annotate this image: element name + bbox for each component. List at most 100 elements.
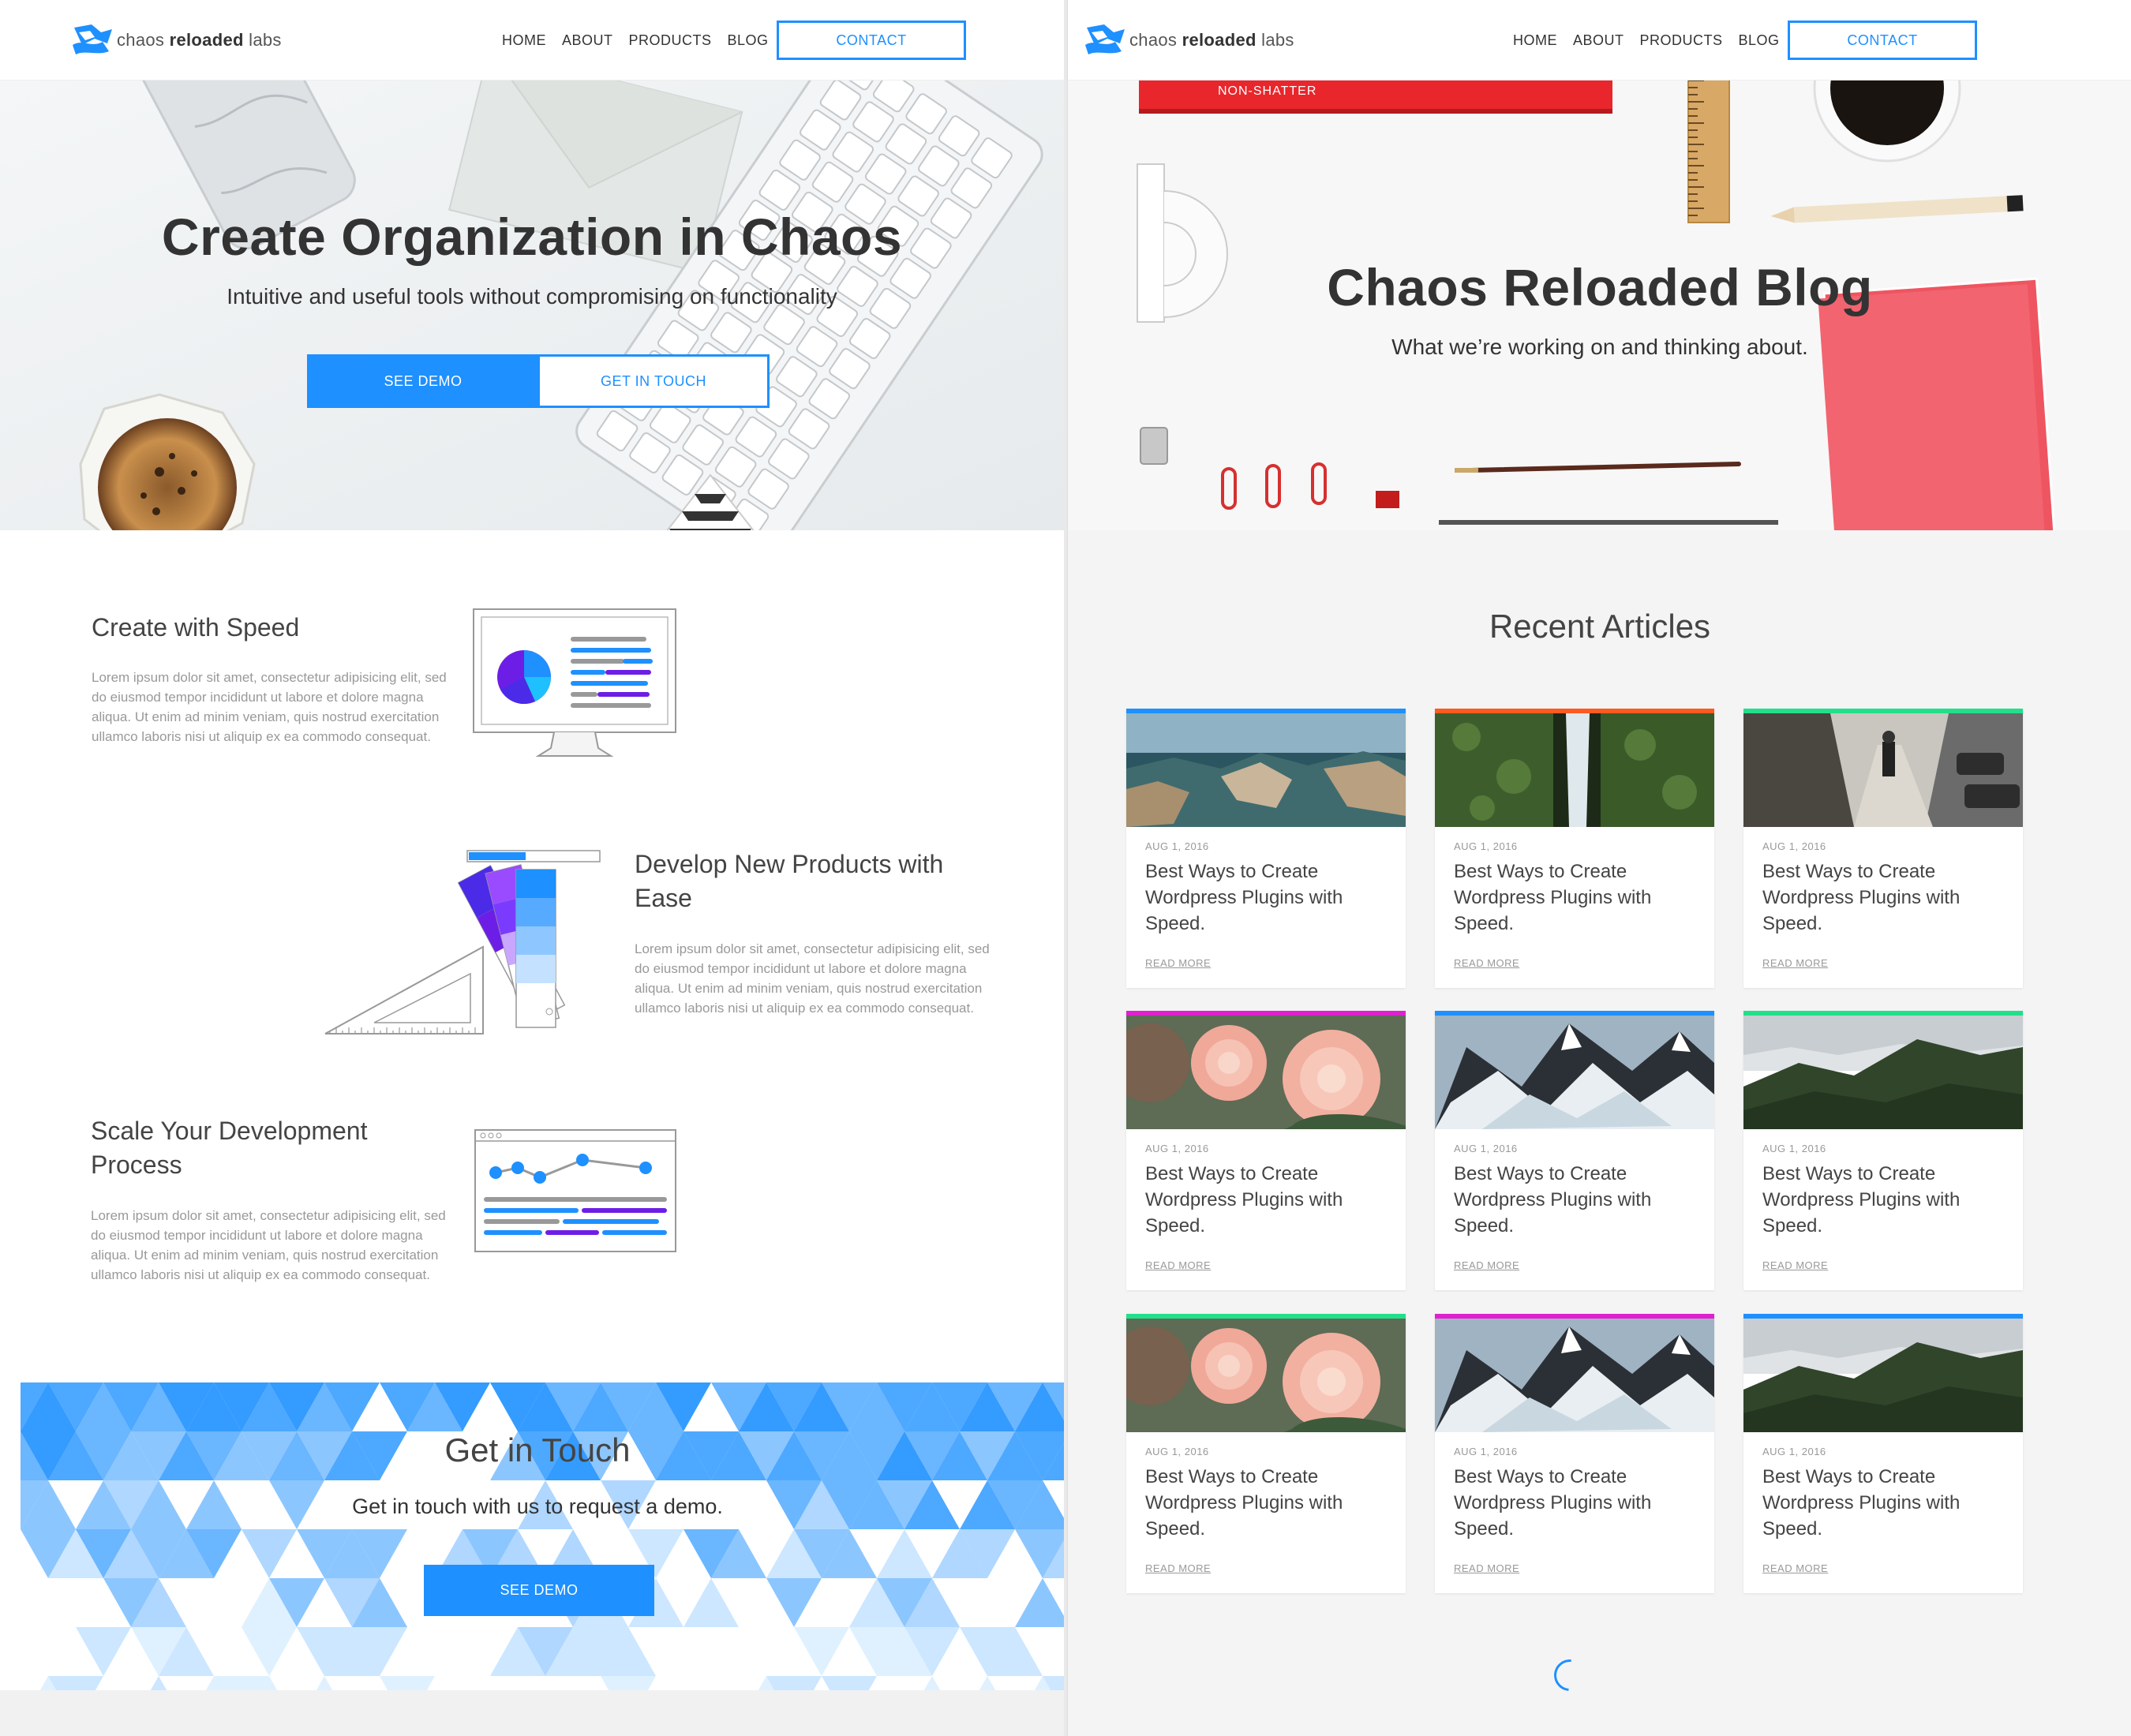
- read-more-link[interactable]: READ MORE: [1454, 1562, 1519, 1574]
- read-more-link[interactable]: READ MORE: [1145, 1562, 1211, 1574]
- article-date: AUG 1, 2016: [1762, 1446, 1826, 1457]
- article-title[interactable]: Best Ways to Create Wordpress Plugins wi…: [1454, 1161, 1659, 1239]
- article-image[interactable]: [1743, 1319, 2023, 1432]
- article-image[interactable]: [1743, 713, 2023, 827]
- home-page: chaos reloaded labs HOME ABOUT PRODUCTS …: [0, 0, 1064, 1736]
- article-date: AUG 1, 2016: [1145, 840, 1209, 852]
- coast-cliffs-photo: [1126, 713, 1406, 827]
- logo[interactable]: chaos reloaded labs: [71, 21, 282, 60]
- article-date: AUG 1, 2016: [1454, 1446, 1518, 1457]
- monitor-chart-icon: [473, 608, 676, 757]
- article-image[interactable]: [1126, 1319, 1406, 1432]
- pink-roses-photo: [1126, 1016, 1406, 1129]
- triangle-pattern-background: [21, 1382, 1064, 1690]
- feature-title-speed: Create with Speed: [92, 613, 300, 642]
- get-in-touch-button[interactable]: GET IN TOUCH: [537, 354, 770, 408]
- nav-products[interactable]: PRODUCTS: [1640, 28, 1723, 52]
- article-card[interactable]: AUG 1, 2016 Best Ways to Create Wordpress…: [1743, 1011, 2023, 1290]
- read-more-link[interactable]: READ MORE: [1145, 957, 1211, 969]
- feature-text-speed: Lorem ipsum dolor sit amet, consectetur …: [92, 670, 447, 744]
- ruler-label: NON-SHATTER: [1218, 84, 1316, 98]
- feature-title-scale: Scale Your Development Process: [91, 1117, 368, 1179]
- nav-blog[interactable]: BLOG: [728, 28, 769, 52]
- blog-hero-subtitle: What we’re working on and thinking about…: [1391, 335, 1808, 359]
- article-date: AUG 1, 2016: [1145, 1446, 1209, 1457]
- article-title[interactable]: Best Ways to Create Wordpress Plugins wi…: [1762, 1161, 1968, 1239]
- nav-blog[interactable]: BLOG: [1739, 28, 1780, 52]
- touch-title: Get in Touch: [444, 1431, 631, 1468]
- nav-home[interactable]: HOME: [1513, 28, 1557, 52]
- get-in-touch-section: Get in Touch Get in touch with us to req…: [21, 1382, 1064, 1690]
- swatch-ruler-icon: [324, 850, 601, 1034]
- touch-see-demo-button[interactable]: SEE DEMO: [424, 1565, 654, 1616]
- article-card[interactable]: AUG 1, 2016 Best Ways to Create Wordpress…: [1126, 1314, 1406, 1593]
- article-image[interactable]: [1435, 1016, 1714, 1129]
- feature-title-products: Develop New Products with Ease: [635, 850, 944, 912]
- article-date: AUG 1, 2016: [1454, 1143, 1518, 1154]
- logo-text: chaos reloaded labs: [117, 30, 282, 50]
- logo-icon: [1085, 24, 1125, 54]
- article-title[interactable]: Best Ways to Create Wordpress Plugins wi…: [1145, 1161, 1350, 1239]
- waterfall-ivy-photo: [1435, 713, 1714, 827]
- article-card[interactable]: AUG 1, 2016 Best Ways to Create Wordpress…: [1435, 1011, 1714, 1290]
- street-walker-photo: [1743, 713, 2023, 827]
- article-title[interactable]: Best Ways to Create Wordpress Plugins wi…: [1762, 1464, 1968, 1542]
- loading-spinner-icon: [1547, 1652, 1593, 1698]
- article-card[interactable]: AUG 1, 2016 Best Ways to Create Wordpress…: [1435, 709, 1714, 988]
- article-image[interactable]: [1435, 713, 1714, 827]
- article-date: AUG 1, 2016: [1762, 840, 1826, 852]
- article-title[interactable]: Best Ways to Create Wordpress Plugins wi…: [1145, 1464, 1350, 1542]
- nav-about[interactable]: ABOUT: [562, 28, 613, 52]
- logo-text: chaos reloaded labs: [1129, 30, 1294, 50]
- nav-about[interactable]: ABOUT: [1573, 28, 1624, 52]
- article-card[interactable]: AUG 1, 2016 Best Ways to Create Wordpress…: [1126, 709, 1406, 988]
- article-image[interactable]: [1743, 1016, 2023, 1129]
- read-more-link[interactable]: READ MORE: [1762, 1562, 1828, 1574]
- footer: [0, 1690, 1064, 1736]
- recent-articles-title: Recent Articles: [1489, 608, 1711, 645]
- blog-hero: NON-SHATTER Chaos Reloaded Blog What we’…: [1068, 80, 2131, 530]
- hero-title: Create Organization in Chaos: [161, 208, 903, 266]
- contact-button[interactable]: CONTACT: [777, 21, 966, 60]
- blog-contact-button[interactable]: CONTACT: [1788, 21, 1977, 60]
- article-title[interactable]: Best Ways to Create Wordpress Plugins wi…: [1454, 859, 1659, 937]
- touch-subtitle: Get in touch with us to request a demo.: [352, 1495, 723, 1518]
- read-more-link[interactable]: READ MORE: [1454, 957, 1519, 969]
- pink-roses-photo: [1126, 1319, 1406, 1432]
- article-card[interactable]: AUG 1, 2016 Best Ways to Create Wordpress…: [1435, 1314, 1714, 1593]
- article-date: AUG 1, 2016: [1762, 1143, 1826, 1154]
- article-date: AUG 1, 2016: [1145, 1143, 1209, 1154]
- nav-products[interactable]: PRODUCTS: [629, 28, 712, 52]
- article-title[interactable]: Best Ways to Create Wordpress Plugins wi…: [1454, 1464, 1659, 1542]
- article-image[interactable]: [1435, 1319, 1714, 1432]
- blog-nav-menu: HOME ABOUT PRODUCTS BLOG: [1513, 28, 1780, 52]
- feature-text-scale: Lorem ipsum dolor sit amet, consectetur …: [91, 1208, 446, 1282]
- read-more-link[interactable]: READ MORE: [1145, 1259, 1211, 1271]
- browser-line-graph-icon: [474, 1129, 676, 1252]
- blog-page: chaos reloaded labs HOME ABOUT PRODUCTS …: [1067, 0, 2131, 1736]
- see-demo-button[interactable]: SEE DEMO: [307, 354, 539, 408]
- article-card[interactable]: AUG 1, 2016 Best Ways to Create Wordpress…: [1743, 1314, 2023, 1593]
- logo-icon: [73, 24, 112, 54]
- forest-hills-photo: [1743, 1319, 2023, 1432]
- forest-hills-photo: [1743, 1016, 2023, 1129]
- read-more-link[interactable]: READ MORE: [1762, 1259, 1828, 1271]
- read-more-link[interactable]: READ MORE: [1762, 957, 1828, 969]
- article-date: AUG 1, 2016: [1454, 840, 1518, 852]
- nav-menu: HOME ABOUT PRODUCTS BLOG: [502, 28, 769, 52]
- read-more-link[interactable]: READ MORE: [1454, 1259, 1519, 1271]
- glacier-mountain-photo: [1435, 1319, 1714, 1432]
- article-title[interactable]: Best Ways to Create Wordpress Plugins wi…: [1145, 859, 1350, 937]
- hero-subtitle: Intuitive and useful tools without compr…: [227, 284, 837, 309]
- glacier-mountain-photo: [1435, 1016, 1714, 1129]
- nav-home[interactable]: HOME: [502, 28, 546, 52]
- blog-navbar: chaos reloaded labs HOME ABOUT PRODUCTS …: [1068, 0, 2131, 80]
- blog-hero-title: Chaos Reloaded Blog: [1327, 258, 1873, 316]
- navbar: chaos reloaded labs HOME ABOUT PRODUCTS …: [0, 0, 1064, 80]
- article-image[interactable]: [1126, 713, 1406, 827]
- blog-logo[interactable]: chaos reloaded labs: [1084, 21, 1294, 60]
- article-card[interactable]: AUG 1, 2016 Best Ways to Create Wordpress…: [1743, 709, 2023, 988]
- article-card[interactable]: AUG 1, 2016 Best Ways to Create Wordpress…: [1126, 1011, 1406, 1290]
- article-image[interactable]: [1126, 1016, 1406, 1129]
- article-title[interactable]: Best Ways to Create Wordpress Plugins wi…: [1762, 859, 1968, 937]
